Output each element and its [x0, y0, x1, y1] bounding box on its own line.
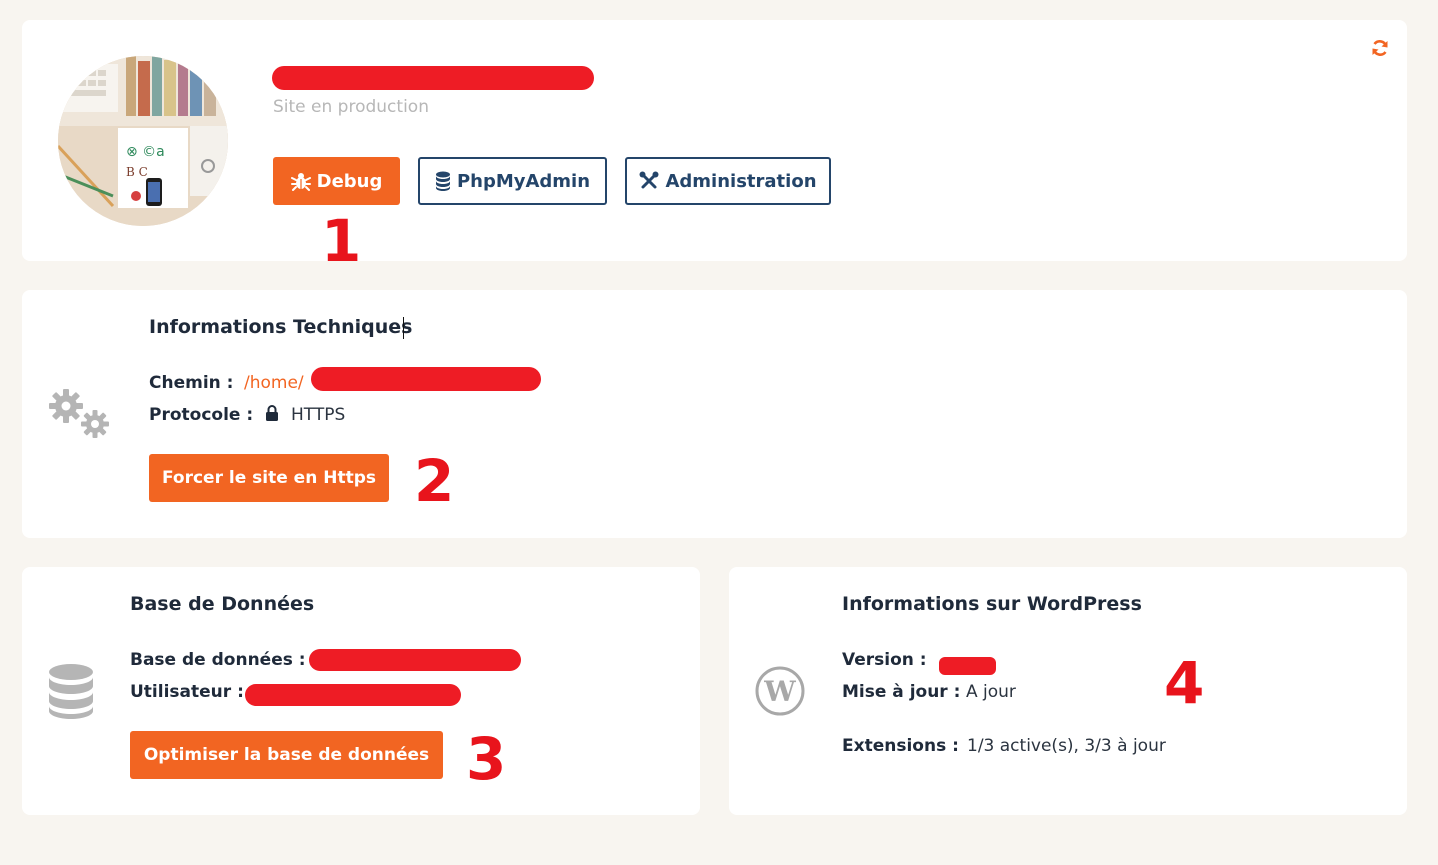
wordpress-title: Informations sur WordPress: [842, 593, 1142, 615]
database-card: Base de Données Base de données : Utilis…: [22, 567, 700, 815]
tech-info-card: Informations Techniques Chemin : /home/ …: [22, 290, 1407, 538]
site-card: ⊗ ©a B C Site en production Debug PhpMyA…: [22, 20, 1407, 261]
extensions-label: Extensions :: [842, 736, 959, 756]
annotation-1: 1: [321, 207, 362, 275]
phpmyadmin-button[interactable]: PhpMyAdmin: [418, 157, 607, 205]
lock-icon: [265, 404, 279, 426]
chemin-value: /home/: [244, 373, 304, 393]
svg-text:B C: B C: [126, 165, 148, 179]
phpmyadmin-button-label: PhpMyAdmin: [456, 170, 591, 192]
protocole-value: HTTPS: [291, 405, 346, 425]
optimize-database-button[interactable]: Optimiser la base de données: [130, 731, 443, 779]
extensions-value: 1/3 active(s), 3/3 à jour: [967, 736, 1166, 756]
refresh-icon[interactable]: [1370, 38, 1390, 58]
version-redaction: [939, 657, 996, 675]
database-icon: [435, 171, 450, 191]
version-label: Version :: [842, 650, 927, 670]
tools-icon: [639, 171, 659, 189]
svg-text:⊗ ©a: ⊗ ©a: [126, 144, 165, 160]
database-user-redaction: [245, 684, 461, 706]
gears-icon: [48, 386, 114, 446]
database-title: Base de Données: [130, 593, 315, 615]
administration-button-label: Administration: [665, 170, 817, 192]
debug-button-label: Debug: [316, 170, 383, 192]
annotation-2: 2: [414, 447, 455, 515]
annotation-3: 3: [466, 725, 507, 793]
text-caret: [403, 317, 404, 339]
database-name-redaction: [309, 649, 521, 671]
protocole-label: Protocole :: [149, 405, 254, 425]
wordpress-card: W Informations sur WordPress Version : M…: [729, 567, 1407, 815]
chemin-label: Chemin :: [149, 373, 234, 393]
administration-button[interactable]: Administration: [625, 157, 831, 205]
database-stack-icon: [47, 663, 95, 723]
chemin-redaction: [311, 367, 541, 391]
annotation-4: 4: [1164, 649, 1205, 717]
site-name-redaction: [272, 66, 594, 90]
tech-info-title: Informations Techniques: [149, 316, 413, 338]
debug-button[interactable]: Debug: [273, 157, 400, 205]
update-value: A jour: [966, 682, 1016, 702]
site-subtitle: Site en production: [273, 97, 429, 117]
database-name-label: Base de données :: [130, 650, 306, 670]
site-avatar: ⊗ ©a B C: [58, 56, 228, 226]
wordpress-icon: W: [755, 666, 805, 720]
bug-icon: [290, 173, 311, 191]
force-https-button[interactable]: Forcer le site en Https: [149, 454, 389, 502]
svg-text:W: W: [763, 675, 796, 708]
database-user-label: Utilisateur :: [130, 682, 244, 702]
update-label: Mise à jour :: [842, 682, 961, 702]
